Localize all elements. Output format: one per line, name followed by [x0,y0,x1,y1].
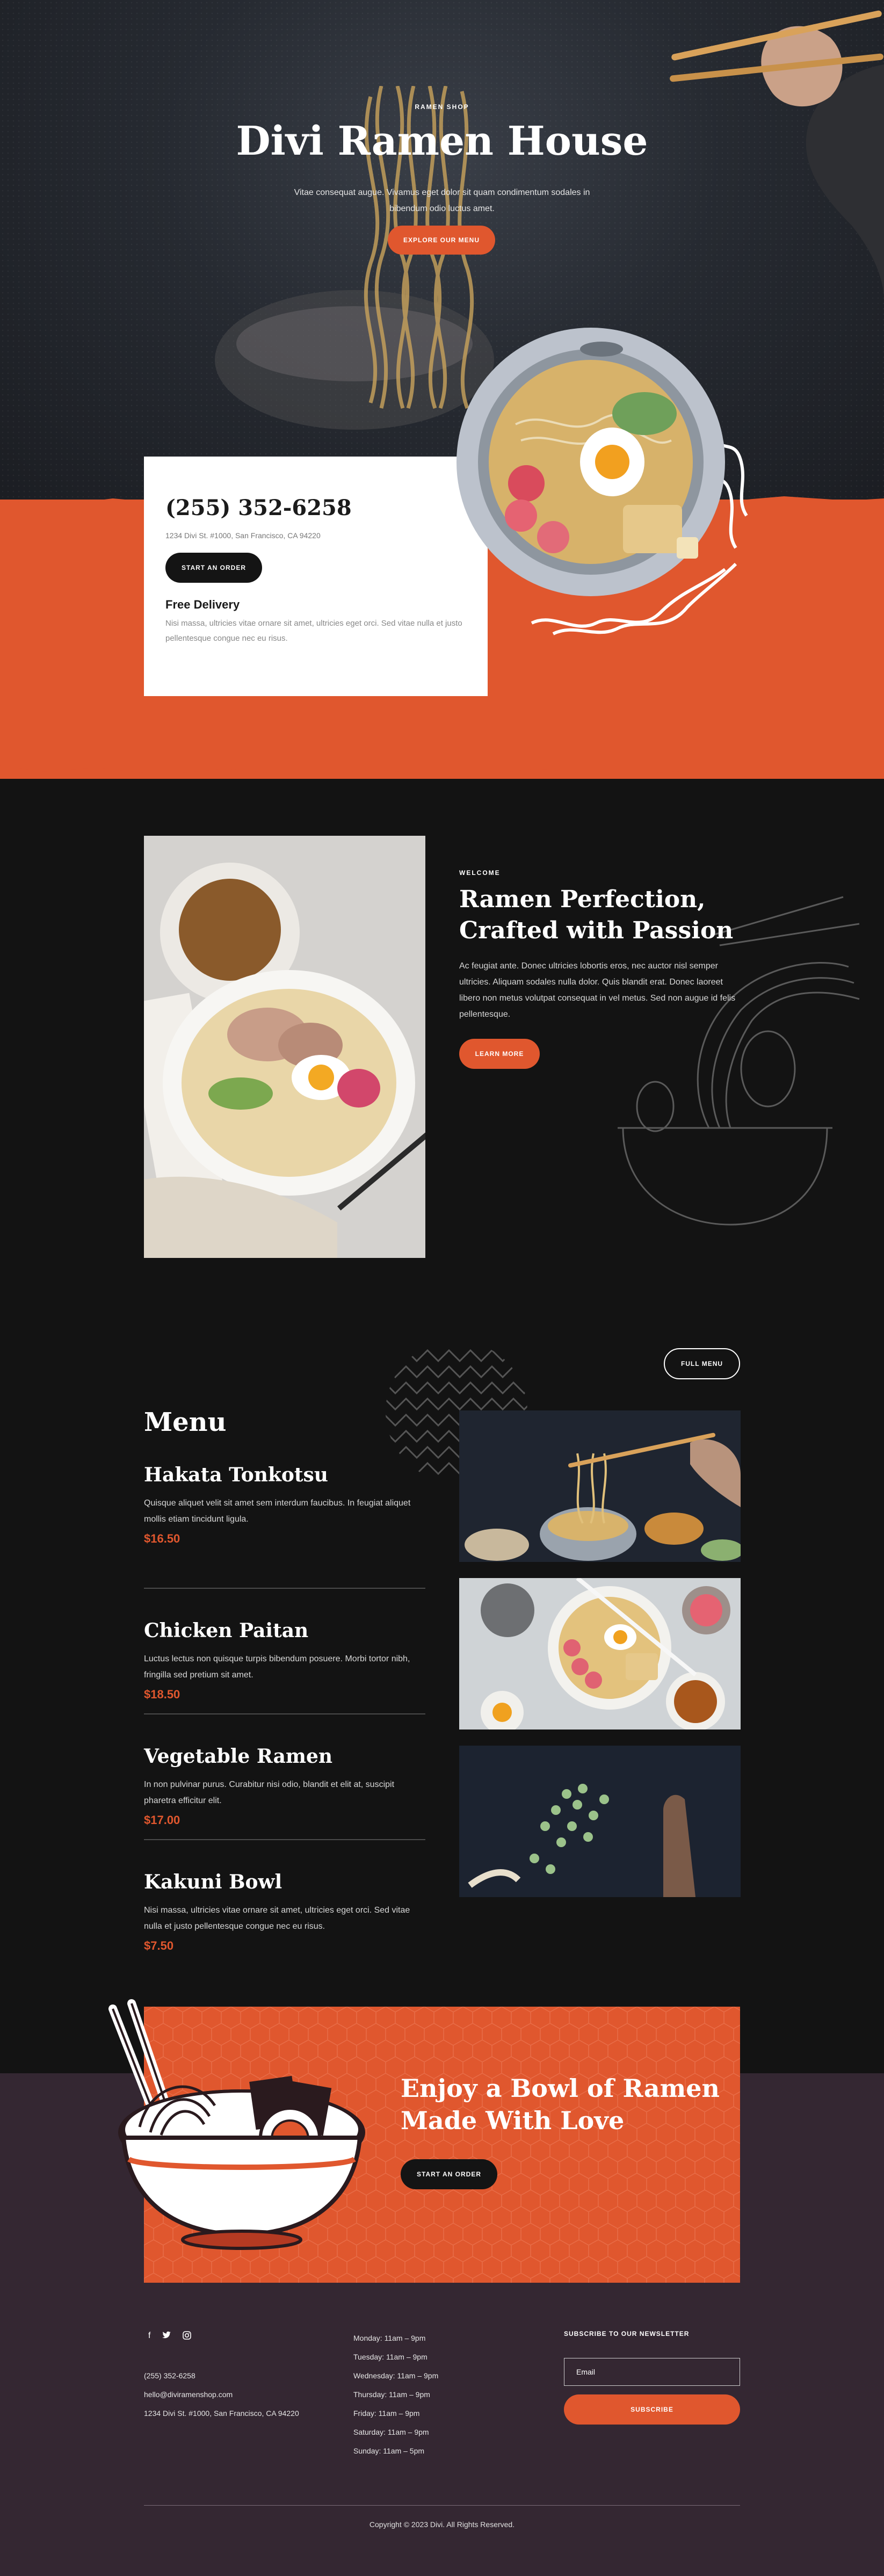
ramen-bowl-image [457,328,725,596]
menu-item-name: Chicken Paitan [144,1619,309,1642]
footer-email[interactable]: hello@diviramenshop.com [144,2385,299,2404]
welcome-text: Ac feugiat ante. Donec ultricies loborti… [459,961,736,1019]
facebook-icon[interactable]: f [148,2331,150,2342]
footer-divider [144,2505,740,2506]
contact-card: (255) 352-6258 1234 Divi St. #1000, San … [144,457,488,696]
welcome-title: Ramen Perfection, Crafted with Passion [459,886,734,944]
contact-phone[interactable]: (255) 352-6258 [165,495,466,520]
newsletter-email-field[interactable]: Email [564,2358,740,2386]
hours-tuesday: Tuesday: 11am – 9pm [353,2353,427,2361]
learn-more-button[interactable]: LEARN MORE [459,1039,540,1069]
menu-item-price: $17.00 [144,1813,180,1827]
hours-monday: Monday: 11am – 9pm [353,2334,426,2342]
hours-saturday: Saturday: 11am – 9pm [353,2428,429,2436]
hero-subtitle: Vitae consequat augue. Vivamus eget dolo… [294,188,590,213]
twitter-icon[interactable] [162,2331,171,2342]
cta-start-order-button[interactable]: START AN ORDER [401,2159,497,2189]
menu-item-description: In non pulvinar purus. Curabitur nisi od… [144,1780,395,1805]
ramen-line-art [618,896,860,1226]
ramen-illustration [108,1999,365,2250]
delivery-title: Free Delivery [165,598,240,611]
hero-eyebrow: RAMEN SHOP [415,103,469,111]
explore-menu-button[interactable]: EXPLORE OUR MENU [388,226,495,255]
menu-photo-onions [459,1746,741,1897]
menu-item-price: $7.50 [144,1939,174,1952]
footer-address: 1234 Divi St. #1000, San Francisco, CA 9… [144,2409,299,2418]
brush-edge-bottom [0,749,884,778]
delivery-text: Nisi massa, ultricies vitae ornare sit a… [165,619,462,643]
instagram-icon[interactable] [183,2331,192,2342]
start-order-button[interactable]: START AN ORDER [165,553,262,583]
menu-item: Chicken Paitan Luctus lectus non quisque… [144,1589,425,1714]
cta-title: Enjoy a Bowl of Ramen Made With Love [401,2074,720,2135]
hours-friday: Friday: 11am – 9pm [353,2409,420,2418]
hours-sunday: Sunday: 11am – 5pm [353,2447,425,2455]
menu-item-price: $18.50 [144,1688,180,1701]
menu-list: Hakata Tonkotsu Quisque aliquet velit si… [144,1463,425,1966]
hours-wednesday: Wednesday: 11am – 9pm [353,2371,439,2380]
opening-hours: Monday: 11am – 9pm Tuesday: 11am – 9pm W… [353,2329,438,2461]
welcome-photo [144,836,425,1258]
footer-phone[interactable]: (255) 352-6258 [144,2367,299,2385]
footer-contact: (255) 352-6258 hello@diviramenshop.com 1… [144,2367,299,2423]
subscribe-button[interactable]: SUBSCRIBE [564,2394,740,2425]
menu-item-description: Quisque aliquet velit sit amet sem inter… [144,1499,411,1524]
full-menu-button[interactable]: FULL MENU [664,1348,740,1379]
social-links: f [148,2331,192,2342]
menu-photo-noodles [459,1410,741,1562]
contact-address: 1234 Divi St. #1000, San Francisco, CA 9… [165,531,321,540]
menu-item: Hakata Tonkotsu Quisque aliquet velit si… [144,1463,425,1589]
menu-photo-bowl-topdown [459,1578,741,1730]
menu-item-name: Vegetable Ramen [144,1745,333,1768]
hero-title: Divi Ramen House [236,118,648,164]
menu-item-name: Kakuni Bowl [144,1871,282,1893]
menu-item-name: Hakata Tonkotsu [144,1464,328,1486]
welcome-eyebrow: WELCOME [459,869,501,877]
menu-item-description: Luctus lectus non quisque turpis bibendu… [144,1654,410,1680]
menu-item: Vegetable Ramen In non pulvinar purus. C… [144,1714,425,1840]
menu-title: Menu [144,1407,227,1437]
copyright-text: Copyright © 2023 Divi. All Rights Reserv… [369,2520,515,2529]
menu-item: Kakuni Bowl Nisi massa, ultricies vitae … [144,1840,425,1966]
menu-item-price: $16.50 [144,1532,180,1545]
newsletter-title: SUBSCRIBE TO OUR NEWSLETTER [564,2330,690,2338]
menu-item-description: Nisi massa, ultricies vitae ornare sit a… [144,1906,410,1931]
hours-thursday: Thursday: 11am – 9pm [353,2390,430,2399]
